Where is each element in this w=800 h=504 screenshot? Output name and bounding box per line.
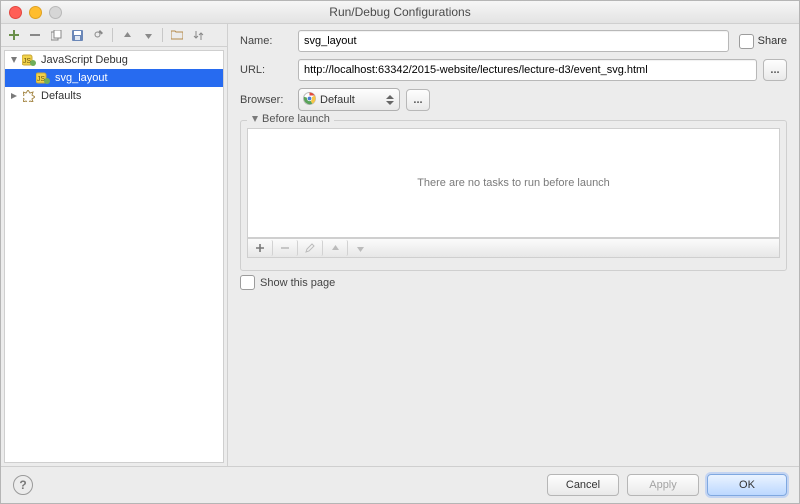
svg-text:JS: JS [37, 76, 46, 83]
share-label: Share [758, 35, 787, 47]
show-this-page-checkbox[interactable] [240, 275, 255, 290]
window-title: Run/Debug Configurations [329, 5, 470, 19]
disclosure-triangle-icon[interactable] [9, 56, 19, 64]
tree-label: Defaults [39, 90, 81, 102]
disclosure-triangle-icon [251, 115, 259, 123]
folder-button[interactable] [168, 26, 186, 44]
task-edit-button[interactable] [298, 240, 323, 256]
apply-button[interactable]: Apply [627, 474, 699, 496]
config-form: Name: Share URL: ... Browser: Defau [228, 24, 799, 466]
cancel-button[interactable]: Cancel [547, 474, 619, 496]
tree-node-svg-layout[interactable]: JS svg_layout [5, 69, 223, 87]
save-config-button[interactable] [68, 26, 86, 44]
tree-label: JavaScript Debug [39, 54, 128, 66]
js-debug-icon: JS [21, 54, 37, 66]
before-launch-toggle[interactable]: Before launch [247, 113, 334, 125]
task-down-button[interactable] [348, 240, 372, 256]
show-this-page-label: Show this page [260, 277, 335, 289]
task-up-button[interactable] [323, 240, 348, 256]
svg-text:JS: JS [23, 58, 32, 65]
browser-value: Default [320, 94, 355, 106]
sort-button[interactable] [189, 26, 207, 44]
config-tree[interactable]: JS JavaScript Debug JS svg_layout [4, 50, 224, 463]
before-launch-section: Before launch There are no tasks to run … [240, 120, 787, 271]
add-config-button[interactable] [5, 26, 23, 44]
url-input[interactable] [298, 59, 757, 81]
tree-node-javascript-debug[interactable]: JS JavaScript Debug [5, 51, 223, 69]
copy-config-button[interactable] [47, 26, 65, 44]
js-debug-icon: JS [35, 72, 51, 84]
move-down-button[interactable] [139, 26, 157, 44]
defaults-icon [21, 90, 37, 102]
disclosure-triangle-icon[interactable] [9, 92, 19, 100]
before-launch-empty-text: There are no tasks to run before launch [417, 177, 610, 189]
window-close-button[interactable] [9, 6, 22, 19]
task-add-button[interactable] [248, 240, 273, 256]
before-launch-toolbar [247, 238, 780, 258]
window-minimize-button[interactable] [29, 6, 42, 19]
browser-label: Browser: [240, 94, 298, 106]
tree-node-defaults[interactable]: Defaults [5, 87, 223, 105]
url-browse-button[interactable]: ... [763, 59, 787, 81]
before-launch-tasklist: There are no tasks to run before launch [247, 128, 780, 238]
tree-label: svg_layout [53, 72, 108, 84]
url-label: URL: [240, 64, 298, 76]
dialog-footer: ? Cancel Apply OK [1, 466, 799, 503]
task-remove-button[interactable] [273, 240, 298, 256]
chrome-icon [303, 92, 316, 108]
sidebar: JS JavaScript Debug JS svg_layout [1, 24, 228, 466]
browser-select[interactable]: Default [298, 88, 400, 111]
before-launch-legend: Before launch [262, 113, 330, 125]
ok-button[interactable]: OK [707, 474, 787, 496]
browser-config-button[interactable]: ... [406, 89, 430, 111]
help-button[interactable]: ? [13, 475, 33, 495]
share-checkbox[interactable] [739, 34, 754, 49]
name-input[interactable] [298, 30, 729, 52]
stepper-arrows-icon [383, 89, 397, 110]
titlebar: Run/Debug Configurations [1, 1, 799, 24]
name-label: Name: [240, 35, 298, 47]
move-up-button[interactable] [118, 26, 136, 44]
config-toolbar [1, 24, 227, 47]
edit-defaults-button[interactable] [89, 26, 107, 44]
remove-config-button[interactable] [26, 26, 44, 44]
window-zoom-button [49, 6, 62, 19]
